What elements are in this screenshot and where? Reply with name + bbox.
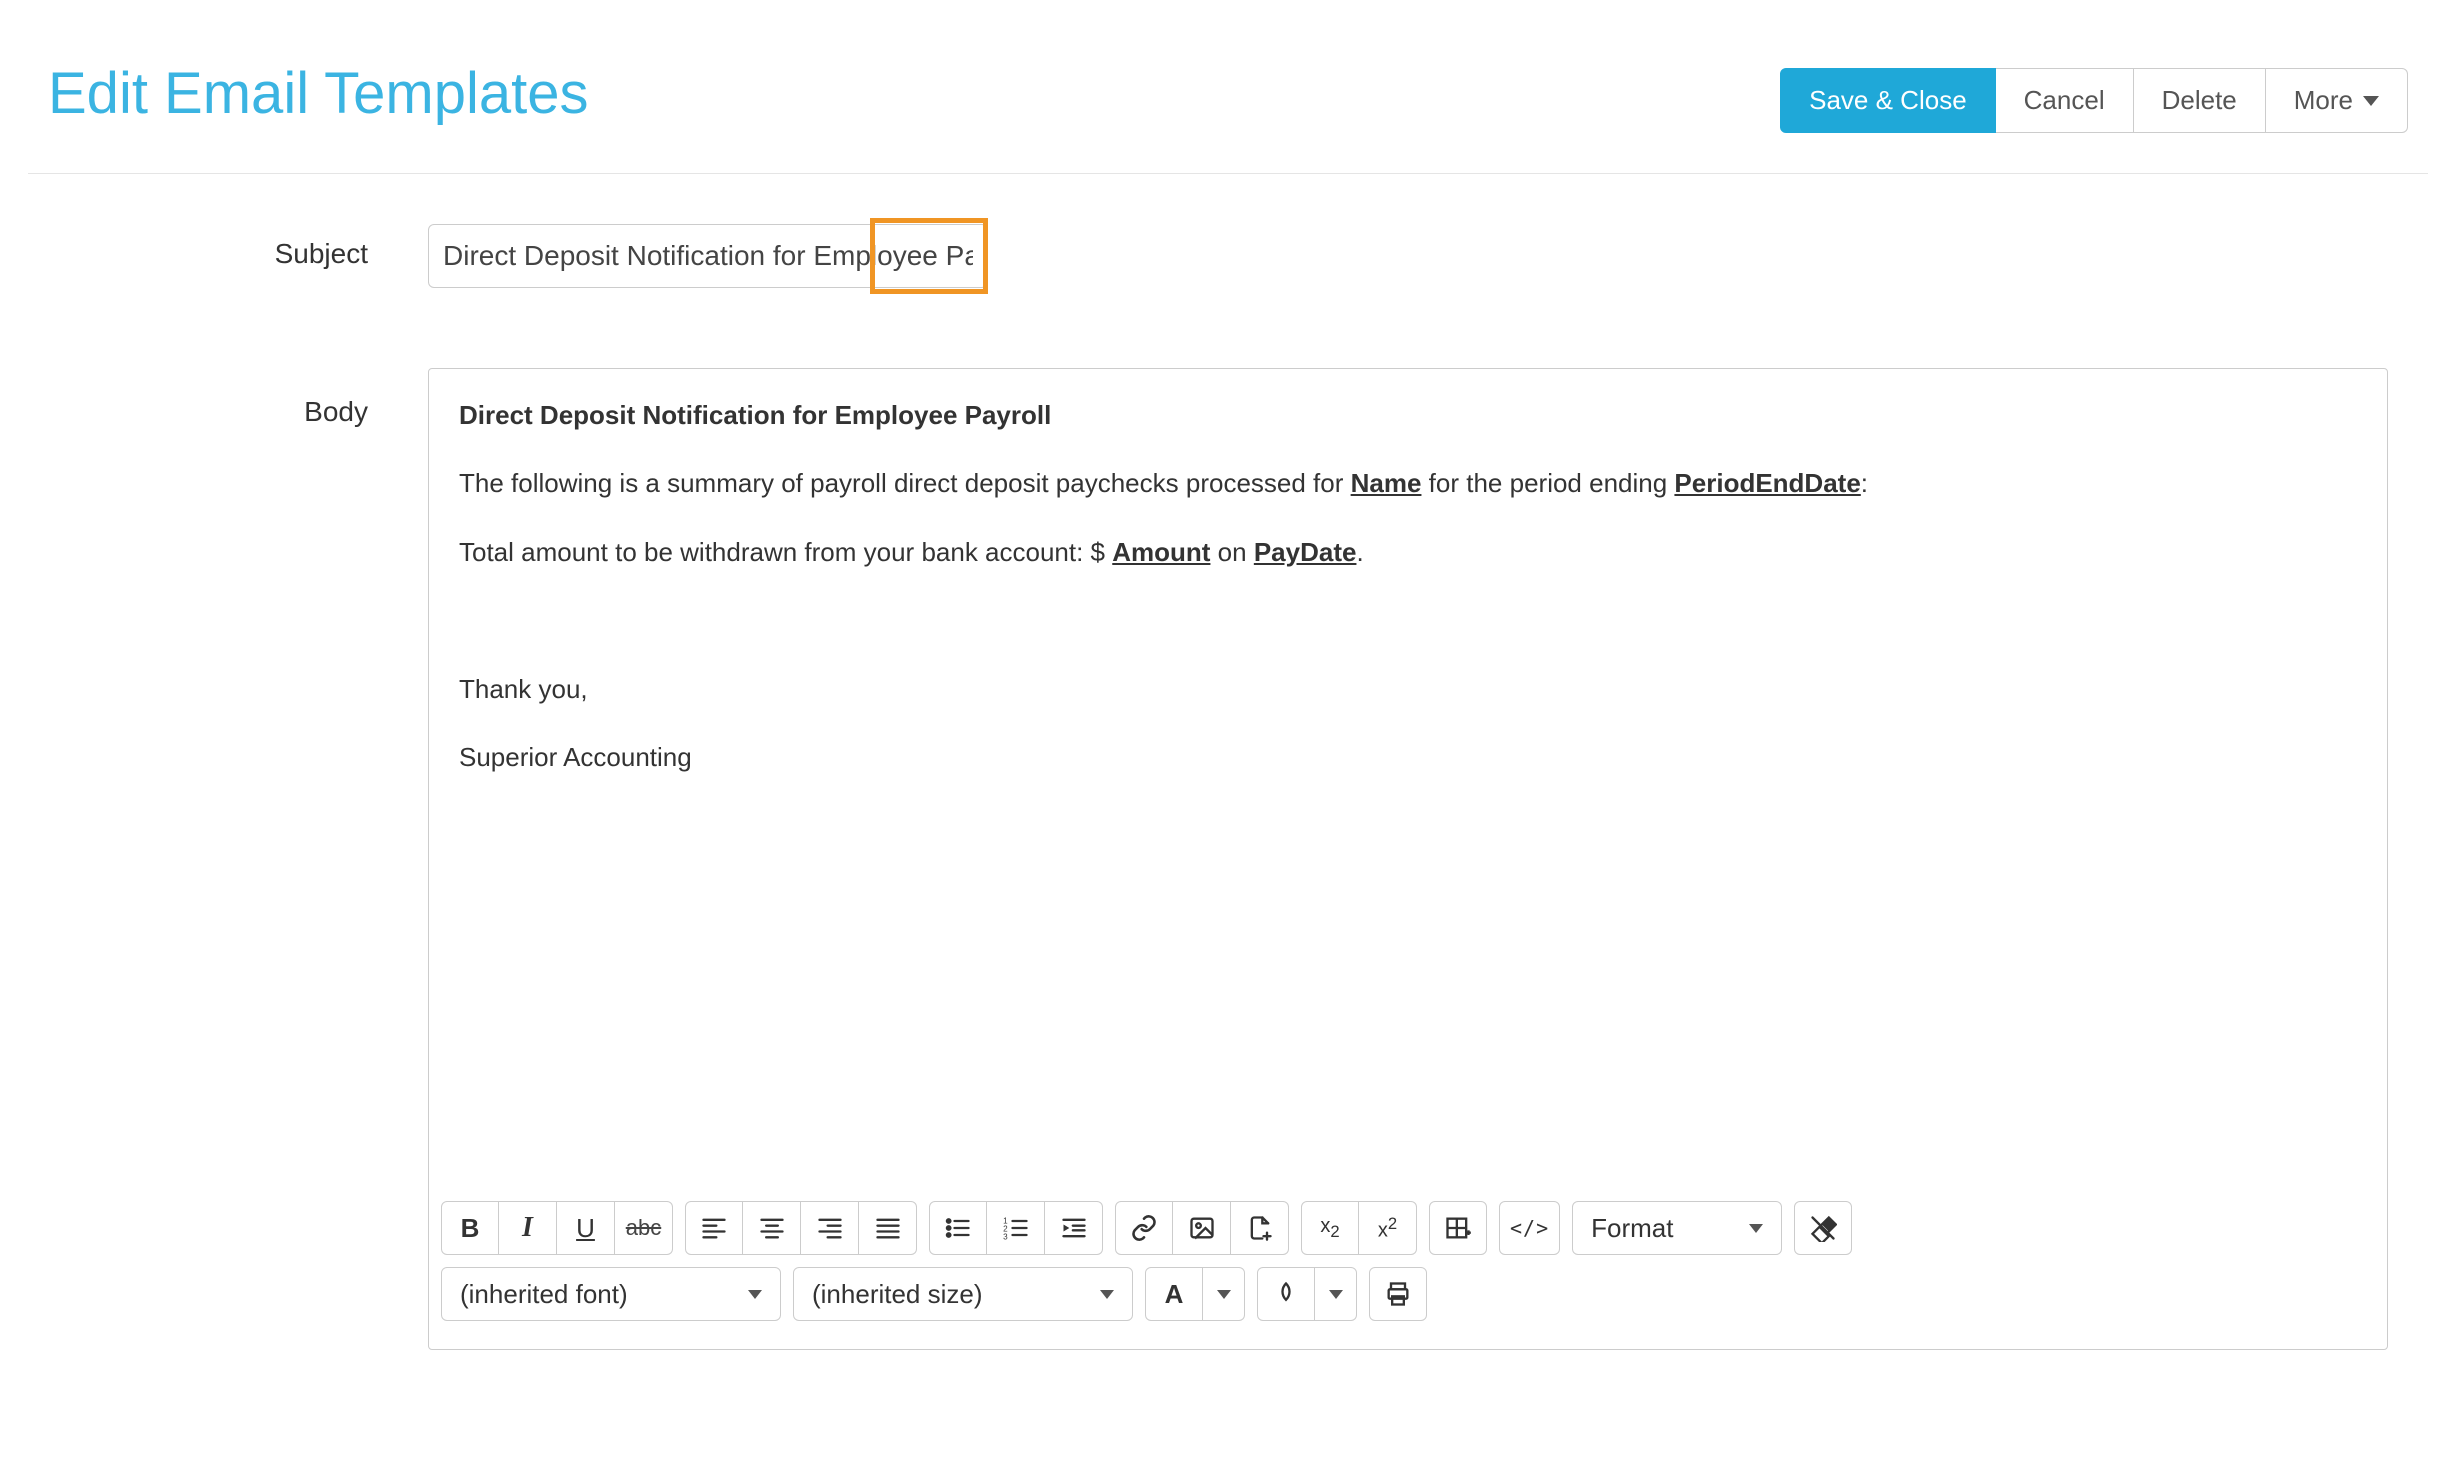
cancel-button[interactable]: Cancel <box>1996 68 2134 133</box>
svg-text:3: 3 <box>1003 1233 1008 1242</box>
body-thank-you: Thank you, <box>459 671 2357 707</box>
code-button[interactable]: </> <box>1499 1201 1560 1255</box>
superscript-button[interactable]: x2 <box>1359 1201 1417 1255</box>
subscript-button[interactable]: x2 <box>1301 1201 1359 1255</box>
format-select[interactable]: Format <box>1572 1201 1782 1255</box>
merge-field-period-end-date: PeriodEndDate <box>1674 468 1860 498</box>
caret-down-icon <box>1217 1290 1231 1299</box>
clear-format-icon <box>1809 1214 1837 1242</box>
superscript-icon: x2 <box>1378 1214 1397 1243</box>
subject-input[interactable] <box>428 224 988 288</box>
page-title: Edit Email Templates <box>48 60 589 127</box>
align-center-button[interactable] <box>743 1201 801 1255</box>
print-icon <box>1384 1280 1412 1308</box>
font-size-select[interactable]: (inherited size) <box>793 1267 1133 1321</box>
list-bullet-button[interactable] <box>929 1201 987 1255</box>
link-button[interactable] <box>1115 1201 1173 1255</box>
caret-down-icon <box>748 1290 762 1299</box>
body-signature: Superior Accounting <box>459 739 2357 775</box>
save-close-button[interactable]: Save & Close <box>1780 68 1996 133</box>
subject-row: Subject <box>48 224 2408 288</box>
align-left-icon <box>700 1214 728 1242</box>
caret-down-icon <box>1749 1224 1763 1233</box>
align-center-icon <box>758 1214 786 1242</box>
align-right-button[interactable] <box>801 1201 859 1255</box>
merge-field-pay-date: PayDate <box>1254 537 1357 567</box>
header-divider <box>28 173 2428 174</box>
print-button[interactable] <box>1369 1267 1427 1321</box>
font-family-label: (inherited font) <box>460 1279 628 1310</box>
table-icon <box>1444 1214 1472 1242</box>
link-icon <box>1130 1214 1158 1242</box>
strikethrough-button[interactable]: abc <box>615 1201 673 1255</box>
bold-icon: B <box>461 1213 480 1244</box>
subject-label: Subject <box>48 224 428 270</box>
italic-button[interactable]: I <box>499 1201 557 1255</box>
font-color-icon: A <box>1165 1279 1184 1310</box>
merge-field-amount: Amount <box>1112 537 1210 567</box>
italic-icon: I <box>522 1212 533 1244</box>
list-number-icon: 123 <box>1002 1214 1030 1242</box>
body-line-3: Total amount to be withdrawn from your b… <box>459 534 2357 570</box>
more-dropdown-button[interactable]: More <box>2266 68 2408 133</box>
delete-button[interactable]: Delete <box>2134 68 2266 133</box>
merge-field-name: Name <box>1351 468 1422 498</box>
align-right-icon <box>816 1214 844 1242</box>
body-title-line: Direct Deposit Notification for Employee… <box>459 397 2357 433</box>
caret-down-icon <box>2363 96 2379 106</box>
clear-format-button[interactable] <box>1794 1201 1852 1255</box>
font-color-dropdown[interactable] <box>1203 1267 1245 1321</box>
body-blank <box>459 602 2357 638</box>
subscript-icon: x2 <box>1320 1215 1339 1242</box>
table-button[interactable] <box>1429 1201 1487 1255</box>
list-number-button[interactable]: 123 <box>987 1201 1045 1255</box>
highlight-icon <box>1272 1280 1300 1308</box>
align-left-button[interactable] <box>685 1201 743 1255</box>
image-icon <box>1188 1214 1216 1242</box>
format-select-label: Format <box>1591 1213 1673 1244</box>
image-button[interactable] <box>1173 1201 1231 1255</box>
indent-icon <box>1060 1214 1088 1242</box>
highlight-button[interactable] <box>1257 1267 1315 1321</box>
caret-down-icon <box>1329 1290 1343 1299</box>
file-button[interactable] <box>1231 1201 1289 1255</box>
highlight-dropdown[interactable] <box>1315 1267 1357 1321</box>
align-justify-button[interactable] <box>859 1201 917 1255</box>
caret-down-icon <box>1100 1290 1114 1299</box>
body-editor-content[interactable]: Direct Deposit Notification for Employee… <box>429 369 2387 1189</box>
font-family-select[interactable]: (inherited font) <box>441 1267 781 1321</box>
align-justify-icon <box>874 1214 902 1242</box>
body-label: Body <box>48 368 428 428</box>
body-editor: Direct Deposit Notification for Employee… <box>428 368 2388 1350</box>
underline-button[interactable]: U <box>557 1201 615 1255</box>
indent-button[interactable] <box>1045 1201 1103 1255</box>
font-color-button[interactable]: A <box>1145 1267 1203 1321</box>
bold-button[interactable]: B <box>441 1201 499 1255</box>
list-bullet-icon <box>944 1214 972 1242</box>
font-size-label: (inherited size) <box>812 1279 983 1310</box>
underline-icon: U <box>576 1213 595 1244</box>
body-row: Body Direct Deposit Notification for Emp… <box>48 368 2408 1350</box>
action-button-bar: Save & Close Cancel Delete More <box>1780 68 2408 133</box>
strikethrough-icon: abc <box>626 1215 661 1241</box>
more-label: More <box>2294 85 2353 116</box>
body-line-2: The following is a summary of payroll di… <box>459 465 2357 501</box>
file-add-icon <box>1246 1214 1274 1242</box>
editor-toolbars: B I U abc 123 <box>429 1189 2387 1349</box>
code-icon: </> <box>1510 1216 1549 1240</box>
